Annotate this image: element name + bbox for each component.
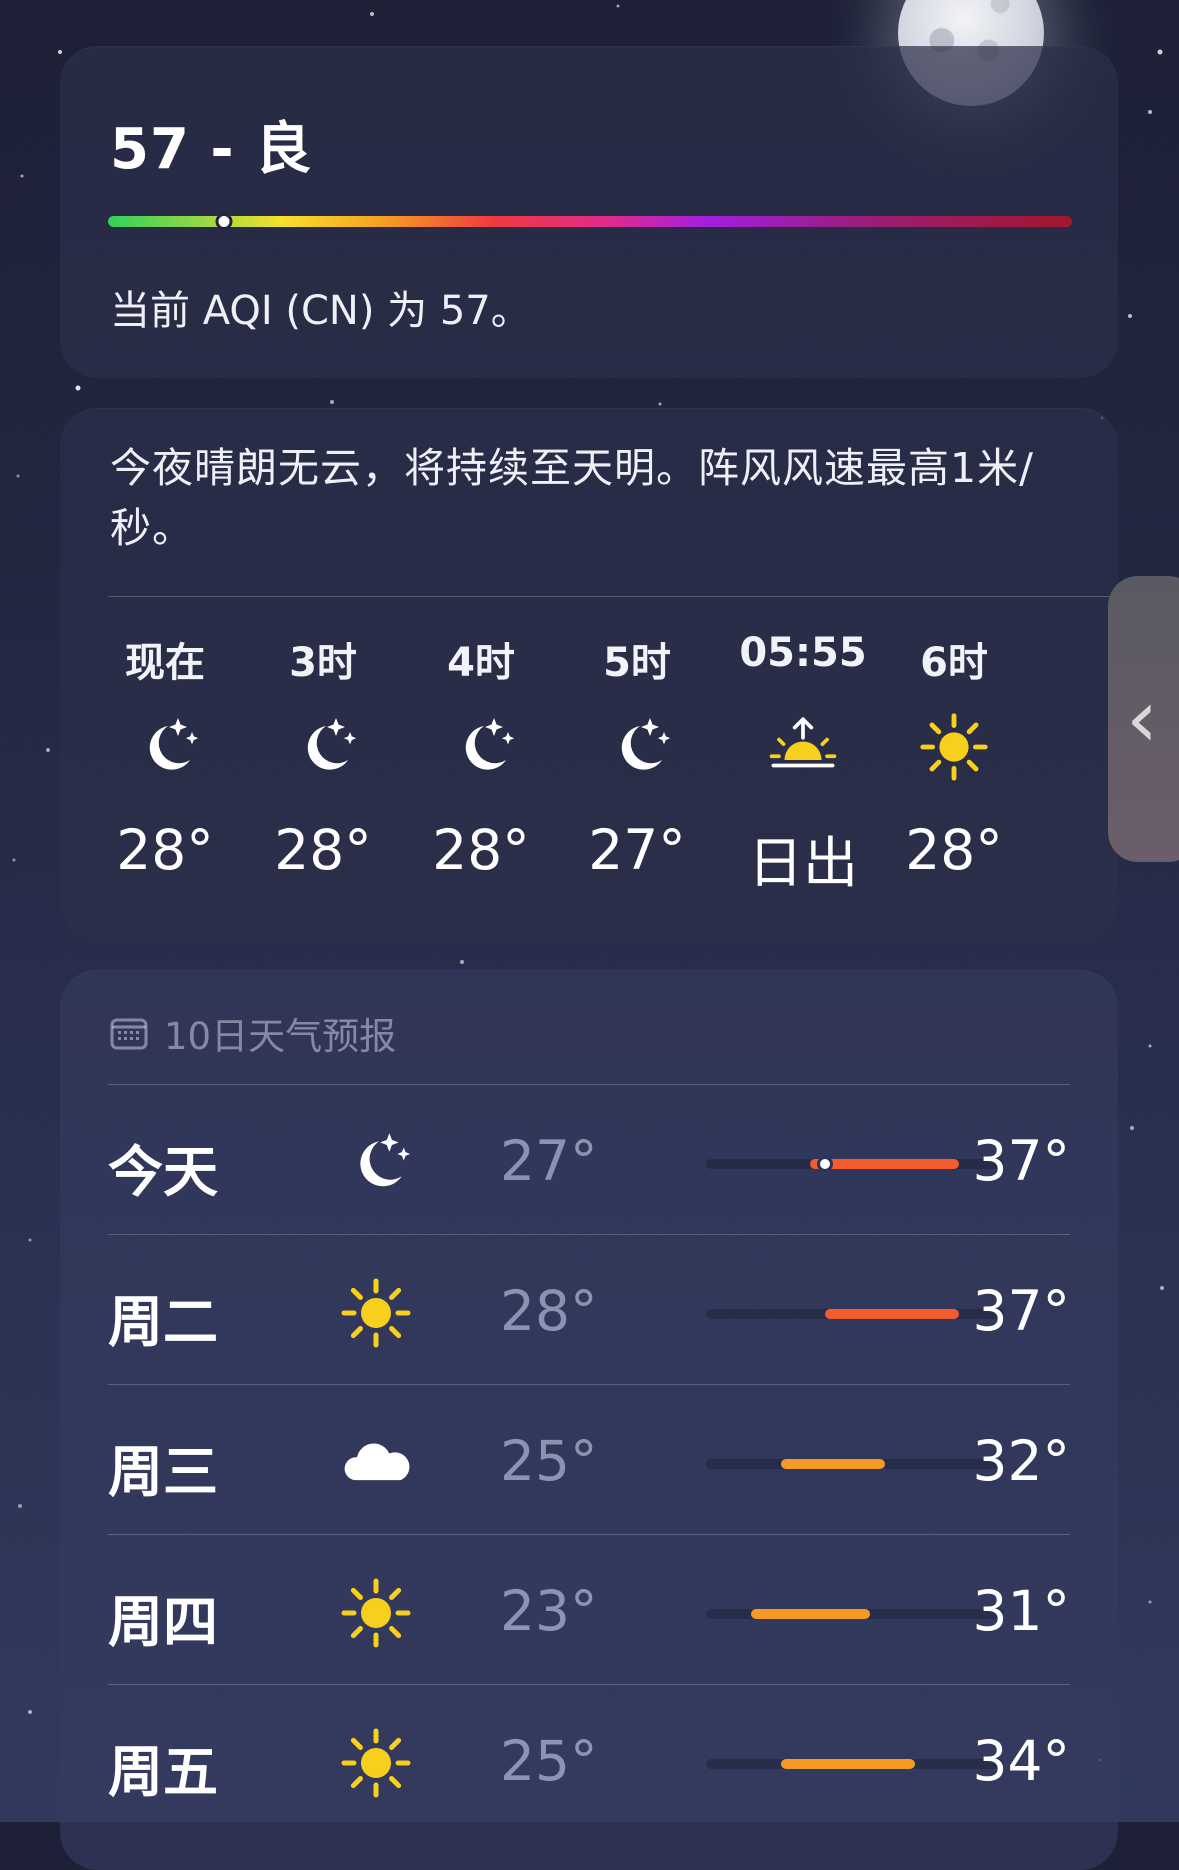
hour-value: 28°: [274, 818, 372, 882]
high-temp: 37°: [972, 1279, 1071, 1343]
sunrise-icon: [766, 710, 840, 784]
temp-range-bar: [706, 1609, 1004, 1619]
hour-value: 日出: [747, 831, 858, 895]
forecast-row[interactable]: 周五 25° 34°: [108, 1684, 1070, 1835]
temp-range-bar: [706, 1309, 1004, 1319]
moon-stars-icon: [444, 710, 518, 784]
aqi-indicator-dot: [215, 213, 233, 230]
forecast-row[interactable]: 周三 25° 32°: [108, 1384, 1070, 1535]
aqi-value-label: 57 - 良: [110, 117, 313, 182]
hourly-item[interactable]: 4时 28°: [401, 408, 561, 940]
low-temp: 27°: [500, 1129, 598, 1193]
low-temp: 23°: [500, 1579, 598, 1643]
moon-stars-icon: [128, 710, 202, 784]
cloud-icon: [338, 1425, 414, 1501]
hour-value: 28°: [432, 818, 530, 882]
high-temp: 32°: [972, 1429, 1071, 1493]
high-temp: 37°: [972, 1129, 1071, 1193]
high-temp: 34°: [972, 1729, 1071, 1793]
aqi-scale-bar: [108, 213, 1072, 230]
forecast-day-label: 周三: [108, 1440, 219, 1504]
hour-value: 28°: [116, 818, 214, 882]
moon-stars-icon: [600, 710, 674, 784]
air-quality-card[interactable]: 57 - 良 当前 AQI (CN) 为 57。: [60, 46, 1118, 378]
forecast-day-label: 周四: [108, 1590, 219, 1654]
sun-icon: [338, 1275, 414, 1351]
low-temp: 25°: [500, 1729, 598, 1793]
hourly-forecast-card[interactable]: 今夜晴朗无云，将持续至天明。阵风风速最高1米/秒。 现在 28° 3时 28° …: [60, 408, 1118, 940]
temp-range-bar: [706, 1156, 1004, 1172]
moon-stars-icon: [338, 1125, 414, 1201]
forecast-day-label: 周五: [108, 1740, 219, 1804]
calendar-icon: [110, 1018, 148, 1050]
forecast-day-label: 周二: [108, 1290, 219, 1354]
forecast-row[interactable]: 周四 23° 31°: [108, 1534, 1070, 1685]
temp-range-fill: [750, 1609, 870, 1619]
temp-range-bar: [706, 1759, 1004, 1769]
aqi-description: 当前 AQI (CN) 为 57。: [110, 288, 531, 334]
hour-label: 6时: [920, 640, 988, 686]
sun-icon: [338, 1725, 414, 1801]
hourly-scroll-strip[interactable]: 现在 28° 3时 28° 4时 28° 5时 27° 05:55 日出 6时 …: [60, 408, 1118, 940]
sun-icon: [338, 1575, 414, 1651]
low-temp: 25°: [500, 1429, 598, 1493]
forecast-row[interactable]: 今天 27° 37°: [108, 1084, 1070, 1235]
hour-label: 5时: [603, 640, 671, 686]
hour-label: 3时: [289, 640, 357, 686]
hour-value: 27°: [588, 818, 686, 882]
current-temp-dot: [817, 1156, 834, 1172]
high-temp: 31°: [972, 1579, 1071, 1643]
side-drawer-handle[interactable]: ‹: [1108, 576, 1179, 862]
hourly-item[interactable]: 现在 28°: [85, 408, 245, 940]
forecast-title: 10日天气预报: [164, 1015, 397, 1058]
forecast-day-label: 今天: [108, 1140, 219, 1204]
chevron-left-icon: ‹: [1126, 672, 1158, 765]
hour-label: 现在: [125, 640, 205, 686]
hour-value: 28°: [905, 818, 1003, 882]
hourly-item[interactable]: 05:55 日出: [723, 408, 883, 940]
forecast-row[interactable]: 周二 28° 37°: [108, 1234, 1070, 1385]
temp-range-fill: [780, 1759, 915, 1769]
temp-range-fill: [780, 1459, 885, 1469]
hour-label: 05:55: [739, 630, 867, 676]
ten-day-forecast-card[interactable]: 10日天气预报 今天 27° 37° 周二 28° 37° 周三 25° 32°…: [60, 970, 1118, 1870]
temp-range-bar: [706, 1459, 1004, 1469]
hourly-item[interactable]: 5时 27°: [557, 408, 717, 940]
sun-icon: [917, 710, 991, 784]
hourly-item[interactable]: 6时 28°: [874, 408, 1034, 940]
hour-label: 4时: [447, 640, 515, 686]
moon-stars-icon: [286, 710, 360, 784]
low-temp: 28°: [500, 1279, 598, 1343]
hourly-item[interactable]: 3时 28°: [243, 408, 403, 940]
forecast-header: 10日天气预报: [110, 1006, 396, 1060]
temp-range-fill: [825, 1309, 960, 1319]
